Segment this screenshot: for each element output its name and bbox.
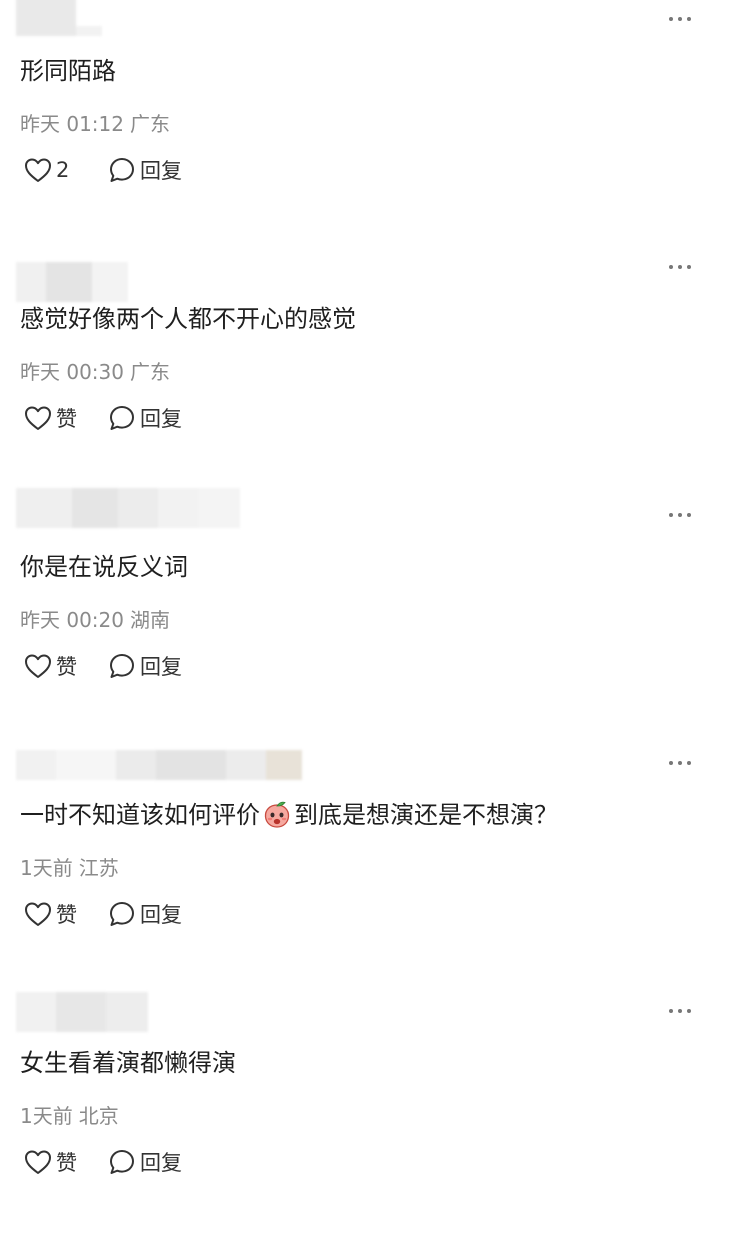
more-options-button[interactable] xyxy=(658,748,702,778)
ellipsis-icon xyxy=(669,513,673,517)
comment-location: 北京 xyxy=(78,1104,119,1128)
peach-face-emoji-icon xyxy=(264,801,290,828)
comment-text: 一时不知道该如何评价 到底是想演还是不想演？ xyxy=(20,798,558,832)
speech-bubble-icon xyxy=(110,406,134,430)
like-label: 赞 xyxy=(56,407,77,431)
ellipsis-dot xyxy=(678,265,682,269)
comment-actions: 赞 回复 xyxy=(24,648,182,684)
speech-bubble-icon xyxy=(110,1150,134,1174)
comment-meta: 昨天 01:12 广东 xyxy=(20,108,170,137)
ellipsis-dot xyxy=(687,1009,691,1013)
username-redacted[interactable] xyxy=(16,0,102,36)
reply-button[interactable]: 回复 xyxy=(108,1147,182,1177)
like-button[interactable]: 赞 xyxy=(24,403,108,433)
comment-text: 感觉好像两个人都不开心的感觉 xyxy=(20,302,356,336)
like-button[interactable]: 2 xyxy=(24,157,108,183)
comment-item: 形同陌路 昨天 01:12 广东 2 回复 xyxy=(0,0,746,246)
comment-location: 广东 xyxy=(130,112,170,136)
reply-label: 回复 xyxy=(140,655,182,679)
comment-item: 你是在说反义词 昨天 00:20 湖南 赞 回复 xyxy=(0,488,746,742)
comment-location: 广东 xyxy=(130,360,170,384)
like-button[interactable]: 赞 xyxy=(24,651,108,681)
comment-time: 昨天 00:30 xyxy=(20,360,124,384)
ellipsis-dot xyxy=(678,17,682,21)
comment-text: 女生看着演都懒得演 xyxy=(20,1046,236,1080)
ellipsis-dot xyxy=(687,265,691,269)
ellipsis-dot xyxy=(678,761,682,765)
comment-time: 昨天 00:20 xyxy=(20,608,124,632)
comment-meta: 昨天 00:30 广东 xyxy=(20,356,170,385)
comment-time: 昨天 01:12 xyxy=(20,112,124,136)
heart-outline-icon xyxy=(25,654,51,678)
more-options-button[interactable] xyxy=(658,996,702,1026)
comment-actions: 赞 回复 xyxy=(24,1144,182,1180)
comment-text-after-emoji: 到底是想演还是不想演？ xyxy=(294,801,558,829)
ellipsis-dot xyxy=(687,17,691,21)
username-redacted[interactable] xyxy=(16,262,128,302)
ellipsis-icon xyxy=(669,761,673,765)
ellipsis-dot xyxy=(687,761,691,765)
reply-button[interactable]: 回复 xyxy=(108,899,182,929)
reply-label: 回复 xyxy=(140,903,182,927)
username-redacted[interactable] xyxy=(16,488,240,528)
comment-time: 1天前 xyxy=(20,856,73,880)
ellipsis-dot xyxy=(687,513,691,517)
username-redacted[interactable] xyxy=(16,992,148,1032)
comment-meta: 1天前 北京 xyxy=(20,1100,119,1129)
comment-text-main: 一时不知道该如何评价 xyxy=(20,801,260,829)
more-options-button[interactable] xyxy=(658,252,702,282)
heart-outline-icon xyxy=(25,158,51,182)
comment-actions: 赞 回复 xyxy=(24,896,182,932)
like-button[interactable]: 赞 xyxy=(24,1147,108,1177)
reply-button[interactable]: 回复 xyxy=(108,403,182,433)
comment-text-main: 你是在说反义词 xyxy=(20,553,188,581)
like-count: 2 xyxy=(56,158,70,182)
comment-text: 你是在说反义词 xyxy=(20,550,188,584)
ellipsis-icon xyxy=(669,17,673,21)
comment-location: 湖南 xyxy=(130,608,170,632)
comment-text-main: 形同陌路 xyxy=(20,57,116,85)
username-redacted[interactable] xyxy=(16,750,302,780)
reply-label: 回复 xyxy=(140,1151,182,1175)
comment-actions: 赞 回复 xyxy=(24,400,182,436)
comment-time: 1天前 xyxy=(20,1104,73,1128)
comment-item: 女生看着演都懒得演 1天前 北京 赞 回复 xyxy=(0,992,746,1238)
comment-item: 感觉好像两个人都不开心的感觉 昨天 00:30 广东 赞 回复 xyxy=(0,248,746,494)
comment-meta: 昨天 00:20 湖南 xyxy=(20,604,170,633)
comment-item: 一时不知道该如何评价 到底是想演还是不想演？ 1天前 江苏 赞 回复 xyxy=(0,744,746,990)
reply-button[interactable]: 回复 xyxy=(108,155,182,185)
speech-bubble-icon xyxy=(110,654,134,678)
comment-actions: 2 回复 xyxy=(24,152,182,188)
ellipsis-icon xyxy=(669,265,673,269)
comment-text-main: 女生看着演都懒得演 xyxy=(20,1049,236,1077)
more-options-button[interactable] xyxy=(658,4,702,34)
heart-outline-icon xyxy=(25,1150,51,1174)
ellipsis-icon xyxy=(669,1009,673,1013)
reply-label: 回复 xyxy=(140,407,182,431)
heart-outline-icon xyxy=(25,406,51,430)
speech-bubble-icon xyxy=(110,158,134,182)
comment-text: 形同陌路 xyxy=(20,54,116,88)
like-label: 赞 xyxy=(56,655,77,679)
comment-text-main: 感觉好像两个人都不开心的感觉 xyxy=(20,305,356,333)
more-options-button[interactable] xyxy=(658,500,702,530)
speech-bubble-icon xyxy=(110,902,134,926)
reply-label: 回复 xyxy=(140,159,182,183)
ellipsis-dot xyxy=(678,1009,682,1013)
comment-location: 江苏 xyxy=(78,856,119,880)
ellipsis-dot xyxy=(678,513,682,517)
heart-outline-icon xyxy=(25,902,51,926)
like-button[interactable]: 赞 xyxy=(24,899,108,929)
like-label: 赞 xyxy=(56,903,77,927)
like-label: 赞 xyxy=(56,1151,77,1175)
comment-meta: 1天前 江苏 xyxy=(20,852,119,881)
reply-button[interactable]: 回复 xyxy=(108,651,182,681)
